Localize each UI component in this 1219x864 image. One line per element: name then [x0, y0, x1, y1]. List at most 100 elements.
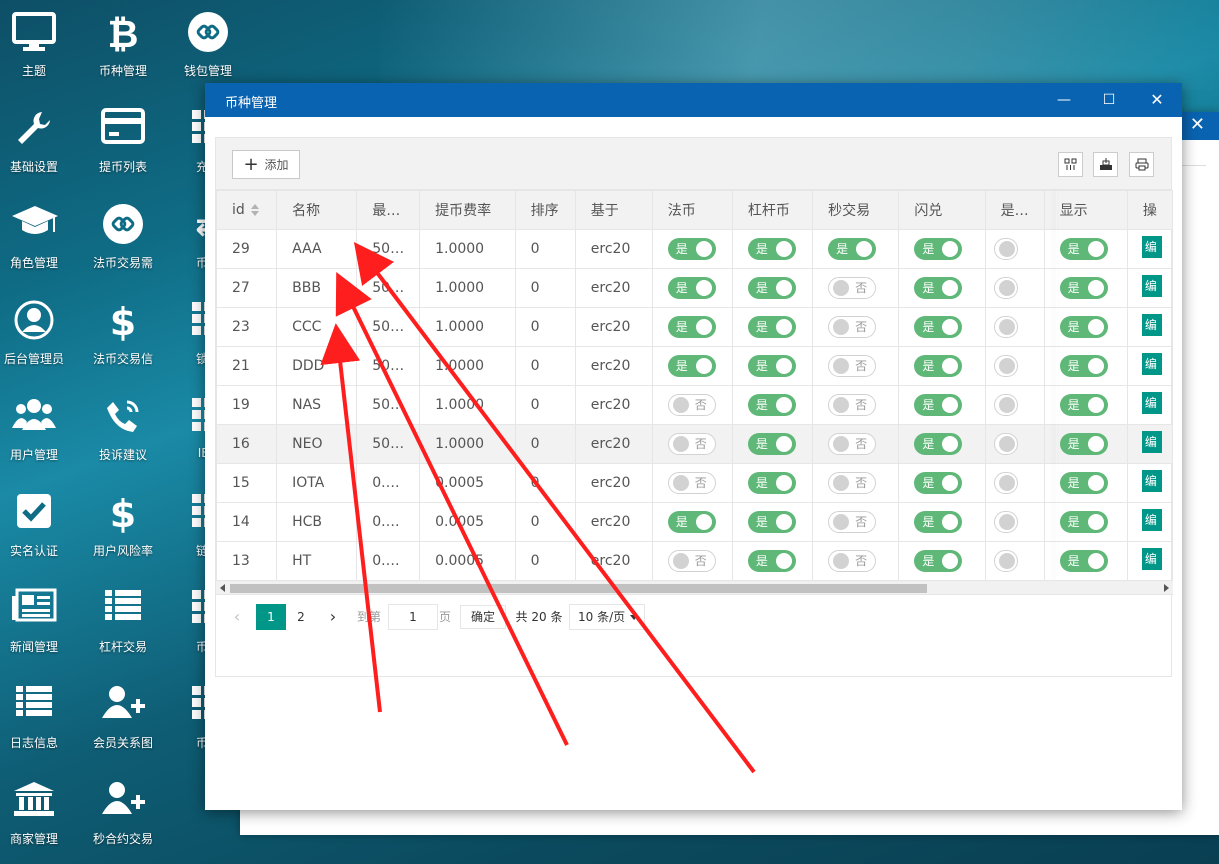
column-header[interactable]: 杠杆币 [731, 190, 814, 230]
print-button[interactable] [1129, 152, 1154, 177]
lever-switch[interactable]: 是 [747, 277, 796, 299]
lever-switch[interactable]: 是 [747, 316, 796, 338]
show-switch[interactable]: 是 [1059, 394, 1108, 416]
desktop-icon-20[interactable]: 杠杆交易 [80, 578, 166, 674]
columns-button[interactable] [1058, 152, 1083, 177]
is-switch[interactable] [993, 277, 1018, 299]
maximize-button[interactable]: ☐ [1097, 88, 1121, 112]
column-header[interactable]: 最… [356, 190, 421, 230]
is-switch[interactable] [993, 316, 1018, 338]
column-header[interactable]: id [216, 190, 278, 230]
column-header[interactable]: 是… [984, 190, 1045, 230]
lever-switch[interactable]: 是 [747, 394, 796, 416]
flash-switch[interactable]: 是 [914, 472, 963, 494]
export-button[interactable] [1093, 152, 1118, 177]
desktop-icon-5[interactable]: 提币列表 [80, 98, 166, 194]
scroll-left-icon[interactable] [220, 584, 225, 592]
desktop-icon-8[interactable]: 法币交易需 [80, 194, 166, 290]
flash-switch[interactable]: 是 [914, 355, 963, 377]
column-header[interactable]: 提币费率 [419, 190, 516, 230]
show-switch[interactable]: 是 [1059, 472, 1108, 494]
goto-confirm-button[interactable]: 确定 [460, 605, 506, 629]
add-button[interactable]: + 添加 [232, 150, 300, 179]
edit-button[interactable]: 编 [1141, 236, 1162, 258]
is-switch[interactable] [993, 511, 1018, 533]
desktop-icon-17[interactable]: $ 用户风险率 [80, 482, 166, 578]
is-switch[interactable] [993, 394, 1018, 416]
desktop-icon-16[interactable]: 实名认证 [0, 482, 77, 578]
second-switch[interactable]: 否 [828, 355, 877, 377]
second-switch[interactable]: 否 [828, 550, 877, 572]
edit-button[interactable]: 编 [1141, 548, 1162, 570]
flash-switch[interactable]: 是 [914, 238, 963, 260]
desktop-icon-4[interactable]: 基础设置 [0, 98, 77, 194]
prev-page-icon[interactable]: ‹ [230, 604, 244, 630]
desktop-icon-13[interactable]: 用户管理 [0, 386, 77, 482]
flash-switch[interactable]: 是 [914, 511, 963, 533]
column-header[interactable]: 排序 [514, 190, 576, 230]
flash-switch[interactable]: 是 [914, 316, 963, 338]
show-switch[interactable]: 是 [1059, 238, 1108, 260]
column-header[interactable]: 操 [1126, 190, 1173, 230]
fiat-switch[interactable]: 是 [667, 511, 716, 533]
flash-switch[interactable]: 是 [914, 433, 963, 455]
column-header[interactable]: 名称 [276, 190, 358, 230]
desktop-icon-25[interactable]: 商家管理 [0, 770, 77, 864]
edit-button[interactable]: 编 [1141, 470, 1162, 492]
is-switch[interactable] [993, 433, 1018, 455]
page-2[interactable]: 2 [286, 604, 316, 630]
is-switch[interactable] [993, 238, 1018, 260]
desktop-icon-10[interactable]: 后台管理员 [0, 290, 77, 386]
is-switch[interactable] [993, 550, 1018, 572]
horizontal-scrollbar[interactable] [216, 580, 1173, 594]
is-switch[interactable] [993, 472, 1018, 494]
goto-page-input[interactable]: 1 [388, 604, 438, 630]
edit-button[interactable]: 编 [1141, 353, 1162, 375]
background-window-close-button[interactable]: ✕ [1190, 114, 1205, 135]
fiat-switch[interactable]: 是 [667, 355, 716, 377]
column-header[interactable]: 秒交易 [812, 190, 900, 230]
lever-switch[interactable]: 是 [747, 511, 796, 533]
page-1[interactable]: 1 [256, 604, 286, 630]
fiat-switch[interactable]: 否 [667, 433, 716, 455]
fiat-switch[interactable]: 否 [667, 550, 716, 572]
second-switch[interactable]: 是 [828, 238, 877, 260]
desktop-icon-2[interactable]: ₿ 币种管理 [80, 2, 166, 98]
column-header[interactable]: 法币 [651, 190, 733, 230]
scrollbar-thumb[interactable] [230, 584, 927, 593]
lever-switch[interactable]: 是 [747, 433, 796, 455]
next-page-icon[interactable]: › [326, 604, 340, 630]
desktop-icon-22[interactable]: 日志信息 [0, 674, 77, 770]
desktop-icon-7[interactable]: 角色管理 [0, 194, 77, 290]
second-switch[interactable]: 否 [828, 472, 877, 494]
desktop-icon-1[interactable]: 主题 [0, 2, 77, 98]
scroll-right-icon[interactable] [1164, 584, 1169, 592]
lever-switch[interactable]: 是 [747, 238, 796, 260]
desktop-icon-11[interactable]: $ 法币交易信 [80, 290, 166, 386]
second-switch[interactable]: 否 [828, 433, 877, 455]
desktop-icon-19[interactable]: 新闻管理 [0, 578, 77, 674]
edit-button[interactable]: 编 [1141, 392, 1162, 414]
column-header[interactable]: 基于 [574, 190, 653, 230]
second-switch[interactable]: 否 [828, 511, 877, 533]
fiat-switch[interactable]: 是 [667, 238, 716, 260]
second-switch[interactable]: 否 [828, 316, 877, 338]
per-page-select[interactable]: 10 条/页 [569, 604, 645, 630]
fiat-switch[interactable]: 否 [667, 394, 716, 416]
fiat-switch[interactable]: 是 [667, 277, 716, 299]
show-switch[interactable]: 是 [1059, 355, 1108, 377]
show-switch[interactable]: 是 [1059, 433, 1108, 455]
show-switch[interactable]: 是 [1059, 511, 1108, 533]
lever-switch[interactable]: 是 [747, 472, 796, 494]
column-header[interactable]: 闪兑 [898, 190, 986, 230]
show-switch[interactable]: 是 [1059, 277, 1108, 299]
show-switch[interactable]: 是 [1059, 550, 1108, 572]
edit-button[interactable]: 编 [1141, 431, 1162, 453]
show-switch[interactable]: 是 [1059, 316, 1108, 338]
lever-switch[interactable]: 是 [747, 355, 796, 377]
close-button[interactable]: ✕ [1145, 88, 1169, 112]
flash-switch[interactable]: 是 [914, 550, 963, 572]
second-switch[interactable]: 否 [828, 394, 877, 416]
edit-button[interactable]: 编 [1141, 314, 1162, 336]
flash-switch[interactable]: 是 [914, 277, 963, 299]
